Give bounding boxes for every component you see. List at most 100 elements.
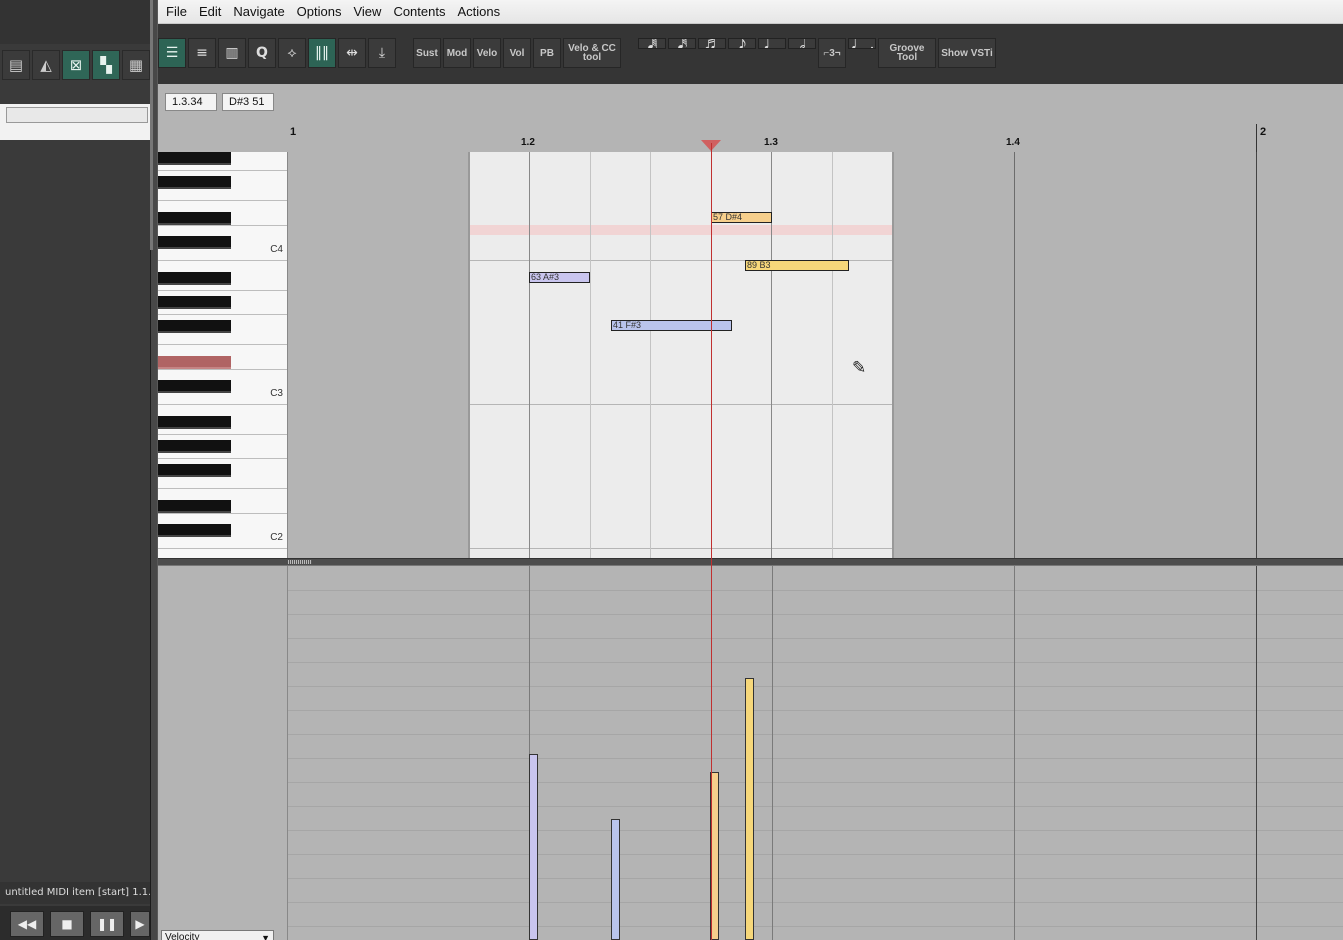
black-key[interactable] xyxy=(158,464,231,477)
white-key-line xyxy=(158,314,287,315)
note-16th-icon[interactable]: ♬ xyxy=(698,38,726,49)
routing-icon[interactable]: ▚ xyxy=(92,50,120,80)
velocity-lane[interactable] xyxy=(288,566,1343,940)
midi-note[interactable]: 63 A#3 xyxy=(529,272,590,283)
midi-note[interactable]: 89 B3 xyxy=(745,260,849,271)
menu-bar: File Edit Navigate Options View Contents… xyxy=(158,0,1343,24)
white-key-line xyxy=(158,513,287,514)
note-editor[interactable]: 57 D#4 89 B3 63 A#3 41 F#3 xyxy=(288,152,1343,558)
white-key-line xyxy=(158,170,287,171)
position-field[interactable]: 1.3.34 xyxy=(165,93,217,111)
white-key-line xyxy=(158,225,287,226)
black-key[interactable] xyxy=(158,380,231,393)
pb-button[interactable]: PB xyxy=(533,38,561,68)
bar-line xyxy=(1256,566,1257,940)
show-vsti-button[interactable]: Show VSTi xyxy=(938,38,996,68)
white-key-line xyxy=(158,200,287,201)
menu-file[interactable]: File xyxy=(160,4,193,19)
grid-line xyxy=(650,152,651,558)
menu-actions[interactable]: Actions xyxy=(451,4,506,19)
octave-line xyxy=(470,404,892,405)
white-key-line xyxy=(158,548,287,549)
host-track-area xyxy=(0,104,150,140)
black-key[interactable] xyxy=(158,236,231,249)
menu-contents[interactable]: Contents xyxy=(387,4,451,19)
mixer-icon[interactable]: ⊠ xyxy=(62,50,90,80)
groove-tool-button[interactable]: Groove Tool xyxy=(878,38,936,68)
piano-roll-icon[interactable]: ☰ xyxy=(158,38,186,68)
white-key-line xyxy=(158,458,287,459)
quantize-button[interactable]: Q xyxy=(248,38,276,68)
event-list-icon[interactable]: ≡ xyxy=(188,38,216,68)
black-key[interactable] xyxy=(158,212,231,225)
triplet-button[interactable]: ⌐3¬ xyxy=(818,38,846,68)
velocity-bar[interactable] xyxy=(529,754,538,940)
ruler-beat-2: 1.2 xyxy=(521,137,535,148)
note-32nd-icon[interactable]: 𝅘𝅥𝅱 xyxy=(668,38,696,49)
velocity-bar[interactable] xyxy=(611,819,620,940)
lane-gridline xyxy=(288,638,1343,639)
transport-bar: ◀◀ ■ ❚❚ ▶ xyxy=(0,906,150,940)
menu-options[interactable]: Options xyxy=(291,4,348,19)
velo-button[interactable]: Velo xyxy=(473,38,501,68)
velocity-bar[interactable] xyxy=(745,678,754,940)
black-key[interactable] xyxy=(158,416,231,429)
black-key[interactable] xyxy=(158,272,231,285)
host-status-text: untitled MIDI item [start] 1.1.7 xyxy=(0,882,150,904)
ruler-beat-4: 1.4 xyxy=(1006,137,1020,148)
metronome-icon[interactable]: ◭ xyxy=(32,50,60,80)
key-label-c2: C2 xyxy=(270,532,283,543)
stop-button[interactable]: ■ xyxy=(50,911,84,937)
black-key[interactable] xyxy=(158,176,231,189)
host-toolbar: ▤ ◭ ⊠ ▚ ▦ xyxy=(2,50,150,82)
play-button[interactable]: ▶ xyxy=(130,911,150,937)
velo-cc-tool-button[interactable]: Velo & CC tool xyxy=(563,38,621,68)
vol-button[interactable]: Vol xyxy=(503,38,531,68)
black-key-highlighted[interactable] xyxy=(158,356,231,369)
grid-view-icon[interactable]: ▥ xyxy=(218,38,246,68)
note-quarter-icon[interactable]: ♩ xyxy=(758,38,786,49)
pause-button[interactable]: ❚❚ xyxy=(90,911,124,937)
cc-lane-select-value: Velocity xyxy=(165,932,200,940)
grid-icon[interactable]: ▦ xyxy=(122,50,150,80)
selected-pitch-row xyxy=(470,225,892,235)
timeline-ruler[interactable]: 1 1.2 1.3 1.4 2 xyxy=(288,124,1343,152)
menu-navigate[interactable]: Navigate xyxy=(227,4,290,19)
grid-lines-icon[interactable]: ‖‖ xyxy=(308,38,336,68)
lane-gridline xyxy=(288,734,1343,735)
pitch-velocity-field[interactable]: D#3 51 xyxy=(222,93,274,111)
menu-edit[interactable]: Edit xyxy=(193,4,227,19)
black-key[interactable] xyxy=(158,524,231,537)
note-8th-icon[interactable]: ♪ xyxy=(728,38,756,49)
import-icon[interactable]: ⤓ xyxy=(368,38,396,68)
sust-button[interactable]: Sust xyxy=(413,38,441,68)
black-key[interactable] xyxy=(158,152,231,165)
track-list-icon[interactable]: ▤ xyxy=(2,50,30,80)
splitter-grip-icon[interactable] xyxy=(288,560,312,564)
rewind-button[interactable]: ◀◀ xyxy=(10,911,44,937)
dotted-note-icon[interactable]: ♩. xyxy=(848,38,876,49)
ruler-bar-2: 2 xyxy=(1260,126,1267,138)
black-key[interactable] xyxy=(158,500,231,513)
menu-view[interactable]: View xyxy=(347,4,387,19)
piano-keyboard[interactable]: C4 C3 C2 xyxy=(158,152,288,562)
split-icon[interactable]: ⇹ xyxy=(338,38,366,68)
lane-gridline xyxy=(288,926,1343,927)
mod-button[interactable]: Mod xyxy=(443,38,471,68)
midi-item[interactable]: 57 D#4 89 B3 63 A#3 41 F#3 xyxy=(468,152,894,558)
host-track-field[interactable] xyxy=(6,107,148,123)
white-key-line xyxy=(158,260,287,261)
black-key[interactable] xyxy=(158,296,231,309)
note-half-icon[interactable]: 𝅗𝅥 xyxy=(788,38,816,49)
black-key[interactable] xyxy=(158,320,231,333)
lane-gridline xyxy=(288,710,1343,711)
note-64th-icon[interactable]: 𝅘𝅥𝅲 xyxy=(638,38,666,49)
midi-note[interactable]: 57 D#4 xyxy=(711,212,772,223)
lane-gridline xyxy=(288,614,1343,615)
cc-lane-select[interactable]: Velocity ▼ xyxy=(161,930,274,940)
lane-gridline xyxy=(288,686,1343,687)
snap-icon[interactable]: ⟡ xyxy=(278,38,306,68)
lane-splitter[interactable] xyxy=(158,558,1343,566)
midi-note[interactable]: 41 F#3 xyxy=(611,320,732,331)
black-key[interactable] xyxy=(158,440,231,453)
